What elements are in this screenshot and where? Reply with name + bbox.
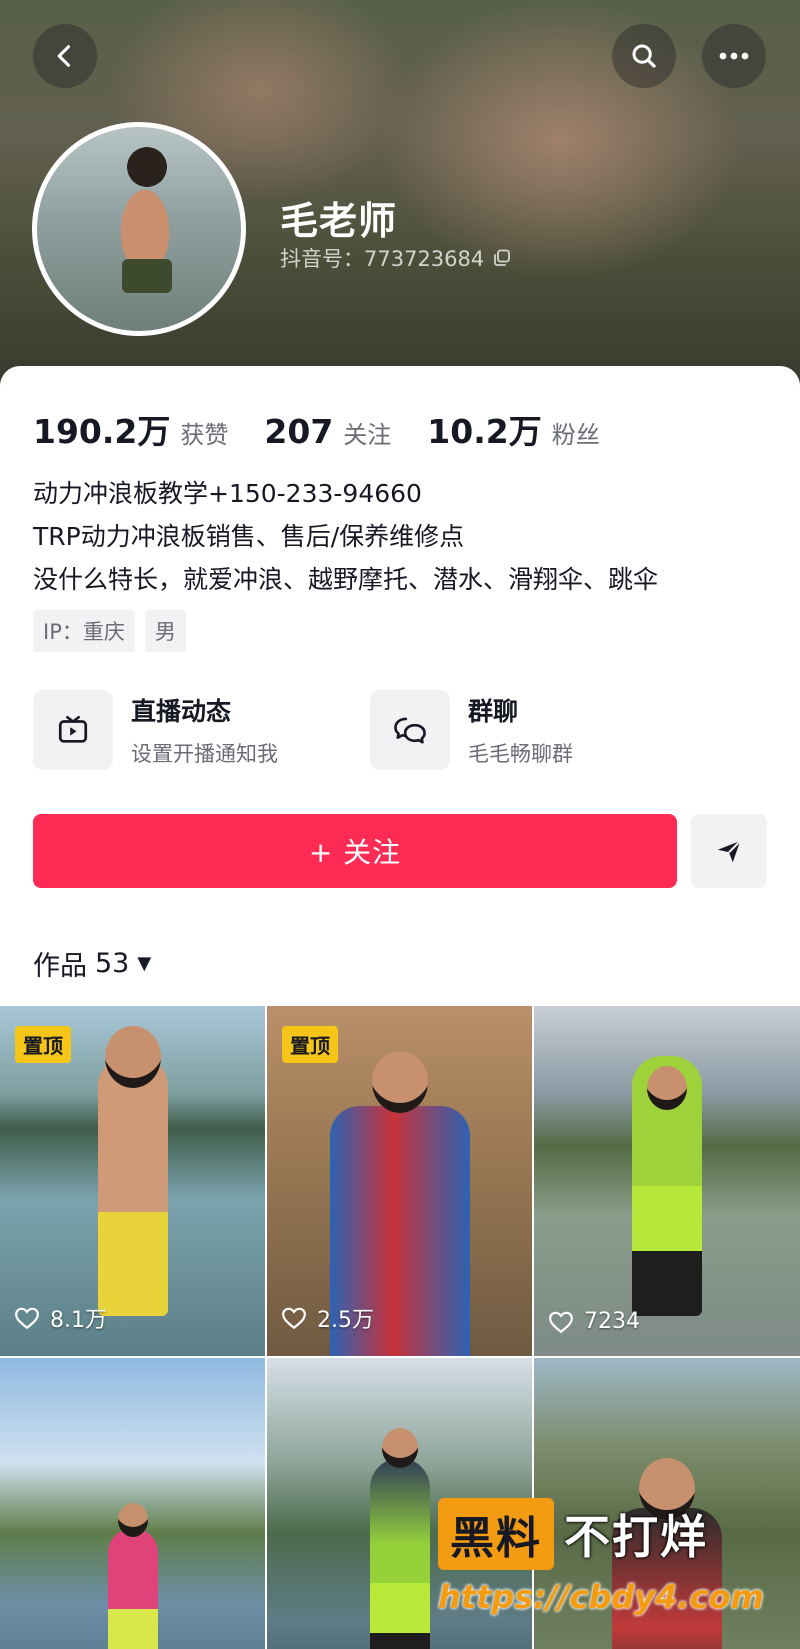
video-thumbnail-figure (97, 1056, 168, 1316)
shortcut-subtitle: 设置开播通知我 (131, 742, 278, 766)
tag-row: IP：重庆 男 (33, 610, 186, 652)
like-count-text: 8.1万 (50, 1308, 107, 1333)
heart-icon (549, 1311, 573, 1333)
follow-button[interactable]: + 关注 (33, 814, 677, 888)
stat-value: 207 (264, 412, 334, 451)
like-count: 8.1万 (14, 1302, 107, 1334)
stat-label: 获赞 (180, 421, 229, 449)
video-thumbnail-head (104, 1026, 161, 1088)
stat-likes[interactable]: 190.2万 获赞 (33, 405, 228, 453)
bio-line: TRP动力冲浪板销售、售后/保养维修点 (33, 522, 465, 551)
like-count: 2.5万 (281, 1302, 374, 1334)
stat-following[interactable]: 207 关注 (264, 412, 391, 451)
gender-tag: 男 (144, 610, 186, 652)
stats-row: 190.2万 获赞 207 关注 10.2万 粉丝 (33, 405, 636, 453)
works-count: 53 (95, 948, 130, 979)
search-icon (632, 44, 656, 68)
watermark-box-text: 黑料 (438, 1498, 554, 1570)
video-tile[interactable]: 置顶 2.5万 (267, 1006, 532, 1356)
more-button[interactable] (702, 24, 766, 88)
copy-icon[interactable] (492, 248, 512, 268)
bio-line: 没什么特长，就爱冲浪、越野摩托、潜水、滑翔伞、跳伞 (33, 565, 659, 594)
video-thumbnail-head (647, 1066, 687, 1110)
avatar-photo-detail (122, 259, 172, 293)
chevron-left-icon (57, 45, 71, 67)
like-count: 7234 (548, 1309, 640, 1334)
like-count-text: 7234 (584, 1309, 640, 1334)
share-button[interactable] (691, 814, 767, 888)
douyin-id[interactable]: 抖音号：773723684 (280, 243, 512, 273)
video-tile[interactable]: 置顶 8.1万 (0, 1006, 265, 1356)
heart-icon (282, 1307, 306, 1330)
like-count-text: 2.5万 (317, 1308, 374, 1333)
stat-followers[interactable]: 10.2万 粉丝 (427, 405, 599, 453)
video-thumbnail-head (117, 1503, 148, 1537)
search-button[interactable] (612, 24, 676, 88)
video-tile[interactable] (0, 1358, 265, 1649)
watermark: 黑料 不打烊 https://cbdy4.com (438, 1498, 764, 1616)
more-dots-icon (719, 52, 749, 60)
shortcut-subtitle: 毛毛畅聊群 (468, 742, 573, 766)
avatar[interactable] (32, 122, 246, 336)
video-tile[interactable]: 7234 (534, 1006, 800, 1356)
works-label: 作品 (33, 951, 87, 982)
back-button[interactable] (33, 24, 97, 88)
video-thumbnail-figure (369, 1458, 430, 1649)
video-thumbnail-figure (107, 1528, 158, 1649)
send-icon (717, 840, 741, 863)
stat-label: 粉丝 (551, 421, 600, 449)
douyin-id-text: 抖音号：773723684 (280, 247, 485, 271)
watermark-text: 不打烊 (564, 1510, 708, 1564)
tv-icon (58, 715, 88, 743)
live-updates-shortcut[interactable]: 直播动态 设置开播通知我 (33, 690, 278, 770)
stat-value: 190.2万 (33, 412, 171, 451)
ip-location-tag: IP：重庆 (33, 610, 135, 652)
group-chat-shortcut[interactable]: 群聊 毛毛畅聊群 (370, 690, 573, 770)
bio-line: 动力冲浪板教学+150-233-94660 (33, 479, 422, 508)
stat-label: 关注 (343, 421, 392, 449)
stat-value: 10.2万 (427, 412, 542, 451)
caret-down-icon: ▼ (137, 953, 152, 974)
shortcut-title: 直播动态 (131, 697, 232, 726)
watermark-url: https://cbdy4.com (438, 1578, 764, 1616)
username: 毛老师 (280, 199, 398, 243)
pinned-badge: 置顶 (282, 1026, 338, 1063)
video-thumbnail-head (371, 1051, 428, 1113)
works-tab[interactable]: 作品 53 ▼ (33, 944, 151, 983)
video-thumbnail-head (381, 1428, 418, 1468)
chat-bubbles-icon (394, 717, 426, 744)
heart-icon (15, 1307, 39, 1330)
bio: 动力冲浪板教学+150-233-94660 TRP动力冲浪板销售、售后/保养维修… (33, 472, 658, 601)
shortcut-title: 群聊 (468, 697, 519, 726)
pinned-badge: 置顶 (15, 1026, 71, 1063)
group-icon-box (370, 690, 450, 770)
live-icon-box (33, 690, 113, 770)
